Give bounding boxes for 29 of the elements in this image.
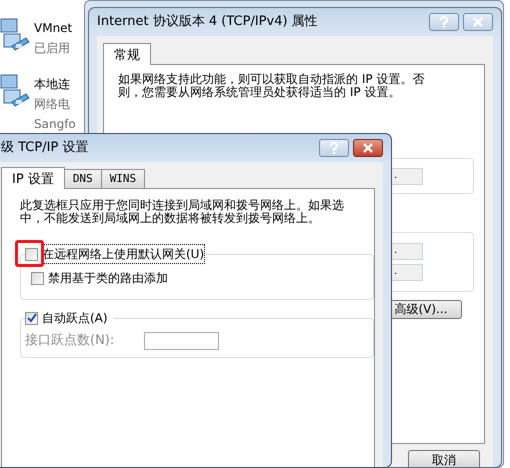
close-icon xyxy=(472,17,484,27)
help-icon xyxy=(329,142,339,154)
option-label: 自动跃点(A) xyxy=(42,310,108,328)
adapter-name: 本地连 xyxy=(34,76,71,93)
checkbox[interactable] xyxy=(31,272,44,285)
adapter-status: 网络电 xyxy=(34,96,71,113)
tab[interactable]: DNS xyxy=(64,169,102,188)
network-adapter-icon xyxy=(0,18,30,52)
adapter-status: 已启用 xyxy=(34,40,71,57)
checkbox[interactable] xyxy=(25,248,38,261)
description-text: 如果网络支持此功能，则可以获取自动指派的 IP 设置。否则，您需要从网络系统管理员处获得适当的 IP 设置。 xyxy=(118,73,426,98)
network-adapter-icon xyxy=(0,74,30,108)
help-icon xyxy=(439,16,449,28)
tab[interactable]: 常规 xyxy=(103,43,151,65)
window-title: 级 TCP/IP 设置 xyxy=(1,139,88,158)
tab[interactable]: IP 设置 xyxy=(1,167,65,189)
adapter-name: VMnet xyxy=(34,20,74,37)
field-label: 接口跃点数(N): xyxy=(25,332,114,350)
help-button[interactable] xyxy=(319,139,349,157)
close-button[interactable] xyxy=(353,139,383,157)
checkbox[interactable] xyxy=(25,312,38,325)
option-label: 禁用基于类的路由添加 xyxy=(48,270,168,288)
help-button[interactable] xyxy=(429,13,459,31)
cancel-button[interactable]: 取消 xyxy=(408,450,480,467)
tab[interactable]: WINS xyxy=(100,169,146,188)
window-title: Internet 协议版本 4 (TCP/IPv4) 属性 xyxy=(97,13,318,32)
adapter-status: Sangfo xyxy=(34,116,77,133)
close-icon xyxy=(362,143,374,153)
description-text: 此复选框只应用于您同时连接到局域网和拨号网络上。如果选中，不能发送到局域网上的数据将被转发到拨号网络上。 xyxy=(20,199,345,224)
